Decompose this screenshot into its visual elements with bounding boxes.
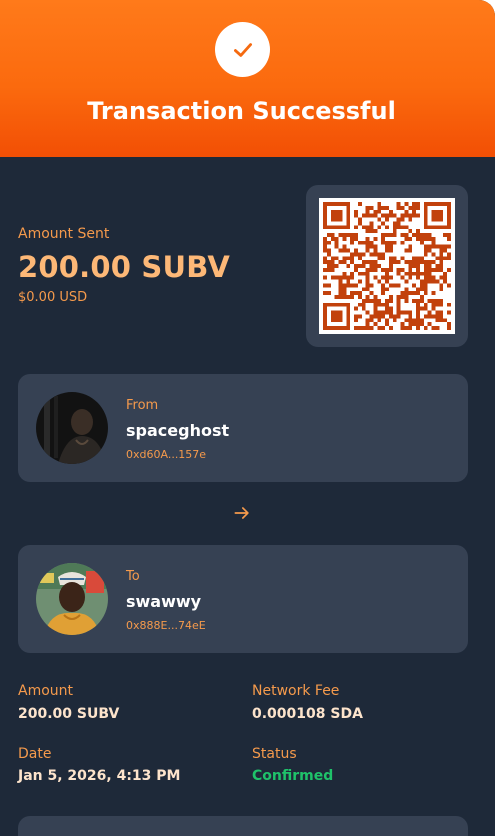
from-label: From xyxy=(126,398,159,413)
to-label: To xyxy=(126,569,140,584)
date-label: Date xyxy=(18,746,52,762)
page-title: Transaction Successful xyxy=(87,97,396,125)
detail-amount-value: 200.00 SUBV xyxy=(18,706,120,722)
recipient-avatar xyxy=(36,563,108,635)
sender-address[interactable]: 0xd60A...157e xyxy=(126,448,206,461)
detail-amount-label: Amount xyxy=(18,683,74,699)
qr-code-panel xyxy=(306,185,468,347)
amount-sent-value: 200.00 SUBV xyxy=(18,250,231,284)
arrow-right-icon xyxy=(232,503,252,523)
additional-info-card xyxy=(18,816,468,836)
checkmark-icon xyxy=(215,22,270,77)
network-fee-value: 0.000108 SDA xyxy=(252,706,363,722)
qr-code xyxy=(319,198,455,334)
transaction-receipt-card: Transaction Successful Amount Sent 200.0… xyxy=(0,0,495,836)
from-card: From spaceghost 0xd60A...157e xyxy=(18,374,468,482)
status-label: Status xyxy=(252,746,297,762)
network-fee-label: Network Fee xyxy=(252,683,340,699)
amount-sent-label: Amount Sent xyxy=(18,226,110,242)
recipient-name: swawwy xyxy=(126,592,202,611)
recipient-address[interactable]: 0x888E...74eE xyxy=(126,619,206,632)
status-badge: Confirmed xyxy=(252,768,334,784)
sender-avatar xyxy=(36,392,108,464)
to-card: To swawwy 0x888E...74eE xyxy=(18,545,468,653)
sender-name: spaceghost xyxy=(126,421,230,440)
date-value: Jan 5, 2026, 4:13 PM xyxy=(18,768,181,784)
success-header: Transaction Successful xyxy=(0,0,495,157)
amount-usd-value: $0.00 USD xyxy=(18,290,88,305)
